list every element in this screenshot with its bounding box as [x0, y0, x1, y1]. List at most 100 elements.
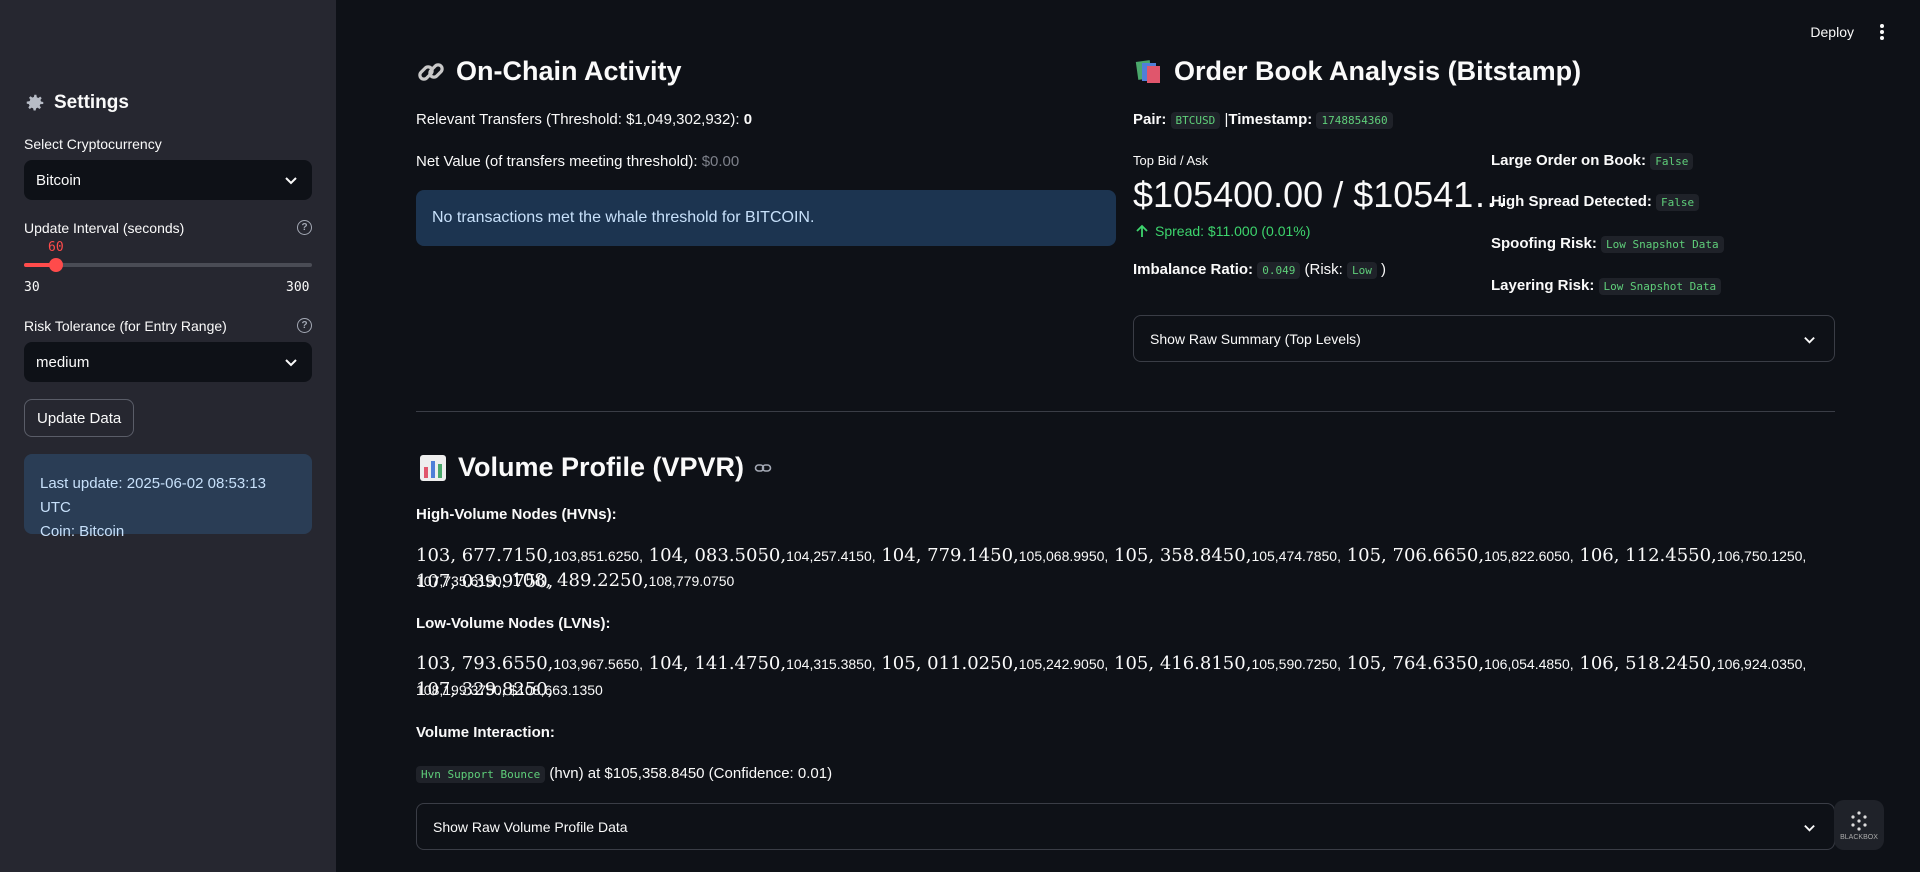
net-value: $0.00 — [701, 153, 740, 170]
price-segment: 105, 358.8450, — [1108, 545, 1252, 566]
arrow-up-icon — [1136, 224, 1148, 237]
slider-thumb[interactable] — [48, 258, 63, 272]
price-segment: 105, 764.6350, — [1340, 653, 1485, 674]
imbalance-label: Imbalance Ratio: — [1133, 261, 1254, 278]
raw-summary-label: Show Raw Summary (Top Levels) — [1150, 330, 1361, 347]
help-icon[interactable]: ? — [297, 318, 312, 333]
top-bid-ask-value: $105400.00 / $10541… — [1133, 174, 1503, 215]
risk-value: Low — [1347, 262, 1377, 279]
blackbox-icon — [1851, 810, 1867, 831]
lvn-values-line-2: 108,199.3750, $108,663.1350 — [416, 677, 1816, 703]
crypto-select-value: Bitcoin — [36, 171, 82, 189]
price-segment: 106,750.1250, — [1716, 548, 1807, 564]
help-icon[interactable]: ? — [297, 220, 312, 235]
raw-summary-expander[interactable]: Show Raw Summary (Top Levels) — [1133, 315, 1835, 362]
risk-select-value: medium — [36, 353, 90, 371]
spoofing-label: Spoofing Risk: — [1491, 235, 1597, 252]
price-segment: 105,474.7850, — [1251, 548, 1341, 564]
net-value-text: Net Value (of transfers meeting threshol… — [416, 153, 739, 170]
imbalance-row: Imbalance Ratio: 0.049 (Risk: Low ) — [1133, 261, 1387, 279]
imbalance-value: 0.049 — [1257, 262, 1301, 279]
pair-row: Pair: BTCUSD |Timestamp: 1748854360 — [1133, 111, 1393, 129]
price-segment: 105,822.6050, — [1484, 548, 1574, 564]
price-segment: 103,851.6250, — [553, 548, 643, 564]
interval-slider-value: 60 — [48, 240, 64, 255]
price-segment: 106,924.0350, — [1716, 656, 1807, 672]
price-segment: 105,242.9050, — [1018, 656, 1109, 672]
section-divider — [416, 411, 1835, 412]
anchor-link-icon[interactable] — [754, 459, 772, 477]
price-segment: 103, 793.6550, — [416, 653, 554, 674]
slider-min: 30 — [24, 280, 40, 295]
bar-chart-icon — [420, 454, 446, 481]
large-order-row: Large Order on Book: False — [1491, 152, 1694, 170]
onchain-title: On-Chain Activity — [456, 56, 682, 86]
blackbox-label: BLACKBOX — [1840, 833, 1878, 841]
orderbook-heading: Order Book Analysis (Bitstamp) — [1134, 56, 1581, 87]
raw-volume-label: Show Raw Volume Profile Data — [433, 818, 628, 835]
risk-suffix: ) — [1381, 261, 1387, 278]
settings-heading: Settings — [24, 92, 129, 114]
chevron-down-icon — [285, 359, 297, 367]
raw-volume-expander[interactable]: Show Raw Volume Profile Data — [416, 803, 1835, 850]
price-segment: 104, 779.1450, — [875, 545, 1019, 566]
spread-text: Spread: $11.000 (0.01%) — [1155, 223, 1311, 239]
sidebar: Settings Select Cryptocurrency Bitcoin U… — [0, 0, 336, 872]
price-segment: 104, 141.4750, — [642, 653, 787, 674]
risk-select[interactable]: medium — [24, 342, 312, 382]
price-segment: 104,257.4150, — [786, 548, 876, 564]
blackbox-logo[interactable]: BLACKBOX — [1834, 800, 1884, 850]
crypto-label: Select Cryptocurrency — [24, 136, 162, 152]
price-segment: 103, 677.7150, — [416, 545, 554, 566]
interval-label: Update Interval (seconds) — [24, 220, 185, 236]
large-order-value: False — [1650, 153, 1694, 170]
gear-icon — [26, 94, 44, 111]
timestamp-value: 1748854360 — [1316, 112, 1393, 129]
price-segment: 106, 518.2450, — [1573, 653, 1717, 674]
price-segment: 104, 083.5050, — [642, 545, 787, 566]
chevron-down-icon — [1804, 824, 1815, 832]
layering-label: Layering Risk: — [1491, 277, 1595, 294]
large-order-label: Large Order on Book: — [1491, 152, 1647, 169]
update-data-button[interactable]: Update Data — [24, 399, 135, 437]
spoofing-row: Spoofing Risk: Low Snapshot Data — [1491, 235, 1724, 253]
hvn-label: High-Volume Nodes (HVNs): — [416, 506, 617, 523]
price-segment: 108,199.3750, $108,663.1350 — [416, 682, 603, 698]
interaction-badge: Hvn Support Bounce — [416, 766, 546, 783]
crypto-select[interactable]: Bitcoin — [24, 160, 312, 200]
layering-row: Layering Risk: Low Snapshot Data — [1491, 277, 1722, 295]
whale-alert: No transactions met the whale threshold … — [416, 190, 1116, 246]
net-value-label: Net Value (of transfers meeting threshol… — [416, 153, 698, 170]
more-menu-icon[interactable] — [1880, 24, 1884, 40]
link-icon — [418, 62, 444, 81]
slider-max: 300 — [286, 280, 310, 295]
orderbook-title: Order Book Analysis (Bitstamp) — [1174, 56, 1582, 86]
price-segment: 105,068.9950, — [1018, 548, 1109, 564]
pair-value: BTCUSD — [1170, 112, 1221, 129]
price-segment: 105,590.7250, — [1251, 656, 1341, 672]
pair-label: Pair: — [1133, 111, 1167, 128]
price-segment: 107,735.6150, — [416, 573, 506, 589]
spoofing-value: Low Snapshot Data — [1601, 236, 1724, 253]
deploy-button[interactable]: Deploy — [1810, 24, 1854, 40]
price-segment: 105, 706.6650, — [1340, 545, 1485, 566]
risk-prefix: (Risk: — [1304, 261, 1343, 278]
transfers-text: Relevant Transfers (Threshold: $1,049,30… — [416, 111, 752, 128]
interval-slider[interactable] — [24, 258, 312, 272]
coin-text: Coin: Bitcoin — [40, 523, 125, 540]
hvn-values-line-2: 107,735.6150, 108, 489.2250,108,779.0750 — [416, 568, 1816, 594]
last-update-text: Last update: 2025-06-02 08:53:13 UTC — [40, 475, 267, 516]
volume-heading: Volume Profile (VPVR) — [418, 452, 772, 483]
last-update-info: Last update: 2025-06-02 08:53:13 UTC Coi… — [24, 454, 312, 540]
lvn-label: Low-Volume Nodes (LVNs): — [416, 615, 611, 632]
books-icon — [1135, 59, 1160, 83]
transfers-label: Relevant Transfers (Threshold: $1,049,30… — [416, 111, 740, 128]
price-segment: 108,779.0750 — [648, 573, 735, 589]
timestamp-label: Timestamp: — [1228, 111, 1313, 128]
interaction-label: Volume Interaction: — [416, 724, 555, 741]
chevron-down-icon — [1804, 336, 1815, 344]
whale-alert-text: No transactions met the whale threshold … — [432, 209, 815, 226]
price-segment: 108, 489.2250, — [505, 570, 649, 591]
interaction-text: (hvn) at $105,358.8450 (Confidence: 0.01… — [549, 765, 833, 782]
price-segment: 104,315.3850, — [786, 656, 876, 672]
